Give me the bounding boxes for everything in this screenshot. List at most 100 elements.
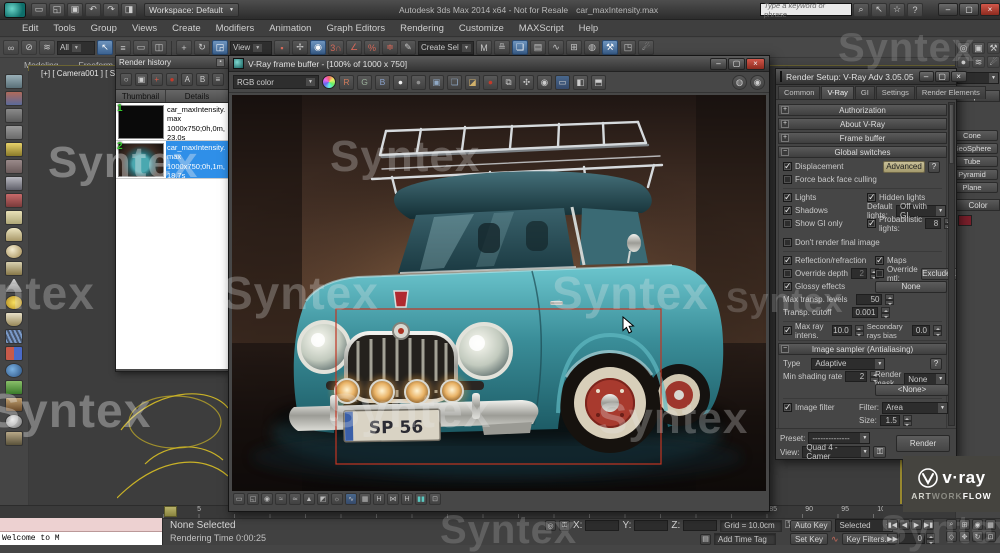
color-correct-icon[interactable]: ≈ <box>275 493 287 505</box>
tab-common[interactable]: Common <box>778 86 820 99</box>
curves-enable-icon[interactable]: ◩ <box>317 493 329 505</box>
help-button[interactable]: ? <box>928 161 940 173</box>
sun-icon[interactable] <box>5 295 23 310</box>
histogram-icon[interactable]: ⋈ <box>387 493 399 505</box>
save-image-icon[interactable]: ▣ <box>429 75 444 90</box>
angle-snap-icon[interactable]: ∠ <box>346 40 362 55</box>
duplicate-buffer-icon[interactable]: ⧉ <box>501 75 516 90</box>
listener-script-pane[interactable]: Welcome to M <box>0 532 162 545</box>
new-file-icon[interactable]: ▭ <box>31 3 47 17</box>
maximize-viewport-icon[interactable]: ⊡ <box>985 531 996 542</box>
zoom-icon[interactable]: ⌕ <box>946 519 957 530</box>
mirror-icon[interactable]: M <box>476 40 492 55</box>
frame-buffer-titlebar[interactable]: V-Ray frame buffer - [100% of 1000 x 750… <box>229 56 769 72</box>
dome-icon[interactable] <box>5 227 23 242</box>
menu-create[interactable]: Create <box>172 23 201 34</box>
channel-dropdown[interactable]: RGB color▼ <box>233 75 319 89</box>
select-manipulate-icon[interactable]: ✢ <box>292 40 308 55</box>
clear-image-icon[interactable]: ● <box>483 75 498 90</box>
creature-icon[interactable] <box>5 397 23 412</box>
pan-icon[interactable]: ✥ <box>959 531 970 542</box>
spinner[interactable] <box>933 325 942 336</box>
stamp-icon[interactable]: ▭ <box>555 75 570 90</box>
exposure-icon[interactable]: ☼ <box>331 493 343 505</box>
time-slider[interactable] <box>164 506 177 517</box>
cone-icon[interactable] <box>5 278 23 293</box>
render-setup-titlebar[interactable]: Render Setup: V-Ray Adv 3.05.05 – ▢ × <box>776 69 956 85</box>
ball-icon[interactable] <box>5 414 23 429</box>
redo-icon[interactable]: ↷ <box>103 3 119 17</box>
select-object-icon[interactable]: ↖ <box>97 40 113 55</box>
move-tool-icon[interactable]: + <box>176 40 192 55</box>
utilities-icon[interactable]: ⚒ <box>987 42 1000 54</box>
power-icon[interactable]: ○ <box>120 73 132 86</box>
menu-edit[interactable]: Edit <box>22 23 38 34</box>
menu-help[interactable]: Help <box>579 23 599 34</box>
play-icon[interactable]: ▶ <box>911 519 922 530</box>
sampler-type-dropdown[interactable]: Adaptive▼ <box>811 358 885 370</box>
selection-set-dropdown[interactable]: Selected▼ <box>835 519 893 532</box>
selection-filter-dropdown[interactable]: All▼ <box>57 41 95 55</box>
dont-render-final-checkbox[interactable] <box>783 238 792 247</box>
save-icon[interactable]: ▣ <box>135 73 147 86</box>
foliage-icon[interactable] <box>5 380 23 395</box>
rollout-image-sampler[interactable]: −Image sampler (Antialiasing) <box>778 343 947 355</box>
minimize-button[interactable]: – <box>710 58 727 70</box>
teapot-icon[interactable] <box>5 74 23 89</box>
pin-stack-icon[interactable]: ◎ <box>957 42 970 54</box>
history-thumbnail[interactable] <box>118 105 164 139</box>
close-button[interactable]: × <box>951 71 967 82</box>
rollout-authorization[interactable]: +Authorization <box>778 104 947 116</box>
spinner[interactable] <box>926 533 935 544</box>
shadows-checkbox[interactable] <box>783 206 792 215</box>
rgb-bars-icon[interactable]: ▮▮ <box>415 493 427 505</box>
spinner-snap-icon[interactable]: ≑ <box>382 40 398 55</box>
menu-rendering[interactable]: Rendering <box>400 23 444 34</box>
grid-a-icon[interactable] <box>5 108 23 123</box>
unlink-icon[interactable]: ⊘ <box>21 40 37 55</box>
monochrome-icon[interactable]: ● <box>393 75 408 90</box>
rotate-tool-icon[interactable]: ↻ <box>194 40 210 55</box>
minimize-button[interactable]: – <box>938 3 958 16</box>
select-by-name-icon[interactable]: ≡ <box>115 40 131 55</box>
rendered-frame-window-icon[interactable]: ◳ <box>620 40 636 55</box>
keyboard-override-icon[interactable]: ◉ <box>310 40 326 55</box>
teapot2-icon[interactable] <box>5 261 23 276</box>
snap-toggle-3d-icon[interactable]: 3∩ <box>328 40 344 55</box>
close-button[interactable]: × <box>980 3 1000 16</box>
lights-cat-icon[interactable]: ☄ <box>987 56 1000 68</box>
displacement-checkbox[interactable] <box>783 162 792 171</box>
levels-icon[interactable]: ▲ <box>303 493 315 505</box>
scene-link-icon[interactable]: ◨ <box>121 3 137 17</box>
secondary-rays-bias-field[interactable]: 0.0 <box>912 325 930 336</box>
edit-named-selections-icon[interactable]: ✎ <box>400 40 416 55</box>
previous-frame-icon[interactable]: ◀ <box>899 519 910 530</box>
spinner[interactable] <box>855 325 864 336</box>
color-wheel-icon[interactable] <box>322 75 336 89</box>
history-row-1[interactable]: 1 car_maxIntensity.max1000x750;0h,0m,23.… <box>116 103 228 141</box>
column-details[interactable]: Details <box>166 90 228 102</box>
probabilistic-lights-field[interactable]: 8 <box>925 218 941 229</box>
go-to-end-icon[interactable]: ▶▶ <box>887 533 898 544</box>
open-file-icon[interactable]: ◱ <box>49 3 65 17</box>
workspace-dropdown[interactable]: Workspace: Default▼ <box>144 3 239 17</box>
spinner[interactable] <box>903 415 912 426</box>
use-pivot-center-icon[interactable]: ▪ <box>274 40 290 55</box>
histogram-red-button[interactable]: H <box>373 493 385 505</box>
add-icon[interactable]: + <box>151 73 163 86</box>
render-production-icon[interactable]: ☄ <box>638 40 654 55</box>
rain-icon[interactable] <box>5 329 23 344</box>
render-setup-icon[interactable]: ⚒ <box>602 40 618 55</box>
glossy-effects-checkbox[interactable] <box>783 282 792 291</box>
search-icon[interactable]: ⌕ <box>853 3 869 17</box>
globe-icon[interactable] <box>5 363 23 378</box>
3dsmax-logo-icon[interactable] <box>4 2 26 18</box>
building-icon[interactable] <box>5 431 23 446</box>
layer-manager-icon[interactable]: ❏ <box>512 40 528 55</box>
isolate-selection-icon[interactable]: ◎ <box>545 520 556 531</box>
auto-key-button[interactable]: Auto Key <box>790 520 832 532</box>
spinner[interactable] <box>881 307 890 318</box>
max-transp-field[interactable]: 50 <box>856 294 882 305</box>
name-color-rollout[interactable]: Color <box>956 199 1000 211</box>
filter-dropdown[interactable]: Area▼ <box>882 402 948 414</box>
